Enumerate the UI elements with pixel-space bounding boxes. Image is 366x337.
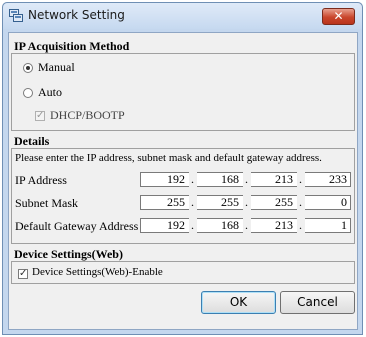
device-settings-enable-checkbox[interactable]: ✓ xyxy=(18,269,28,279)
gateway-octet-1[interactable]: 192 xyxy=(141,219,185,232)
dhcp-bootp-label: DHCP/BOOTP xyxy=(50,108,125,122)
default-gateway-field[interactable]: 192 168 213 1 ... xyxy=(140,218,351,233)
ip-acquisition-group: Manual Auto ✓ DHCP/BOOTP xyxy=(11,54,355,131)
subnet-octet-2[interactable]: 255 xyxy=(195,196,239,209)
network-settings-icon xyxy=(9,9,23,22)
manual-label: Manual xyxy=(38,60,75,74)
device-settings-enable-label: Device Settings(Web)-Enable xyxy=(32,266,163,278)
gateway-octet-3[interactable]: 213 xyxy=(249,219,293,232)
dhcp-bootp-checkbox: ✓ xyxy=(35,110,45,121)
cancel-button[interactable]: Cancel xyxy=(280,291,355,314)
octet-dot: . xyxy=(191,218,194,232)
ip-address-field[interactable]: 192 168 213 233 ... xyxy=(140,172,351,187)
octet-dot: . xyxy=(191,195,194,209)
octet-dot: . xyxy=(191,172,194,186)
octet-dot: . xyxy=(245,218,248,232)
auto-label: Auto xyxy=(38,85,62,99)
ip-acquisition-heading: IP Acquisition Method xyxy=(11,39,355,54)
details-group: Please enter the IP address, subnet mask… xyxy=(11,149,355,244)
ip-address-label: IP Address xyxy=(15,173,67,187)
close-button[interactable]: ✕ xyxy=(322,8,355,25)
octet-dot: . xyxy=(245,172,248,186)
default-gateway-label: Default Gateway Address xyxy=(15,219,139,233)
details-heading: Details xyxy=(11,134,355,149)
ip-octet-1[interactable]: 192 xyxy=(141,173,185,186)
octet-dot: . xyxy=(299,172,302,186)
subnet-octet-3[interactable]: 255 xyxy=(249,196,293,209)
subnet-mask-field[interactable]: 255 255 255 0 ... xyxy=(140,195,351,210)
octet-dot: . xyxy=(245,195,248,209)
gateway-octet-4[interactable]: 1 xyxy=(303,219,347,232)
ip-octet-3[interactable]: 213 xyxy=(249,173,293,186)
ip-octet-2[interactable]: 168 xyxy=(195,173,239,186)
ok-button[interactable]: OK xyxy=(201,291,276,314)
auto-radio[interactable] xyxy=(23,88,33,98)
subnet-mask-label: Subnet Mask xyxy=(15,196,78,210)
title-bar[interactable]: Network Setting ✕ xyxy=(3,3,362,29)
subnet-octet-1[interactable]: 255 xyxy=(141,196,185,209)
device-settings-heading: Device Settings(Web) xyxy=(11,247,355,262)
manual-radio[interactable] xyxy=(23,63,33,73)
details-instruction: Please enter the IP address, subnet mask… xyxy=(15,152,322,164)
subnet-octet-4[interactable]: 0 xyxy=(303,196,347,209)
octet-dot: . xyxy=(299,195,302,209)
octet-dot: . xyxy=(299,218,302,232)
device-settings-group: ✓ Device Settings(Web)-Enable xyxy=(11,262,355,284)
gateway-octet-2[interactable]: 168 xyxy=(195,219,239,232)
ip-octet-4[interactable]: 233 xyxy=(303,173,347,186)
window-title: Network Setting xyxy=(28,8,125,22)
close-icon: ✕ xyxy=(333,9,344,23)
network-setting-dialog: Network Setting ✕ IP Acquisition Method … xyxy=(2,2,363,335)
dialog-content: IP Acquisition Method Manual Auto ✓ DHCP… xyxy=(8,32,358,330)
